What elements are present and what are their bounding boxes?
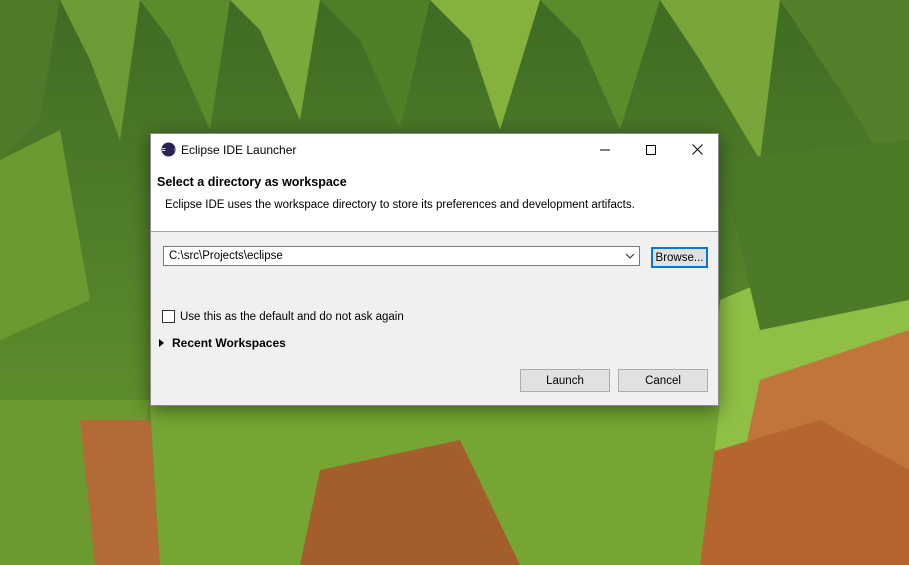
expand-arrow-icon[interactable]	[159, 339, 164, 347]
default-workspace-label[interactable]: Use this as the default and do not ask a…	[180, 311, 404, 323]
eclipse-icon	[161, 142, 176, 157]
launch-button[interactable]: Launch	[520, 369, 610, 392]
workspace-path-value[interactable]: C:\src\Projects\eclipse	[169, 250, 283, 262]
cancel-button[interactable]: Cancel	[618, 369, 708, 392]
close-button[interactable]	[674, 134, 720, 165]
title-bar[interactable]: Eclipse IDE Launcher	[151, 134, 718, 165]
window-title: Eclipse IDE Launcher	[181, 143, 297, 157]
browse-button[interactable]: Browse...	[651, 247, 708, 268]
dialog-header: Select a directory as workspace Eclipse …	[151, 165, 718, 232]
workspace-combo[interactable]: C:\src\Projects\eclipse	[163, 246, 640, 266]
recent-workspaces-label[interactable]: Recent Workspaces	[172, 336, 286, 350]
maximize-button[interactable]	[628, 134, 674, 165]
recent-workspaces-toggle[interactable]: Recent Workspaces	[159, 336, 286, 350]
default-workspace-checkbox[interactable]	[162, 310, 175, 323]
header-title: Select a directory as workspace	[157, 175, 347, 189]
maximize-icon	[646, 144, 656, 155]
chevron-down-icon[interactable]	[625, 252, 635, 260]
default-workspace-option[interactable]: Use this as the default and do not ask a…	[162, 310, 404, 323]
eclipse-launcher-dialog: Eclipse IDE Launcher Select a directory …	[150, 133, 719, 406]
minimize-icon	[600, 149, 610, 150]
header-description: Eclipse IDE uses the workspace directory…	[165, 199, 635, 211]
minimize-button[interactable]	[582, 134, 628, 165]
close-icon	[691, 144, 703, 155]
